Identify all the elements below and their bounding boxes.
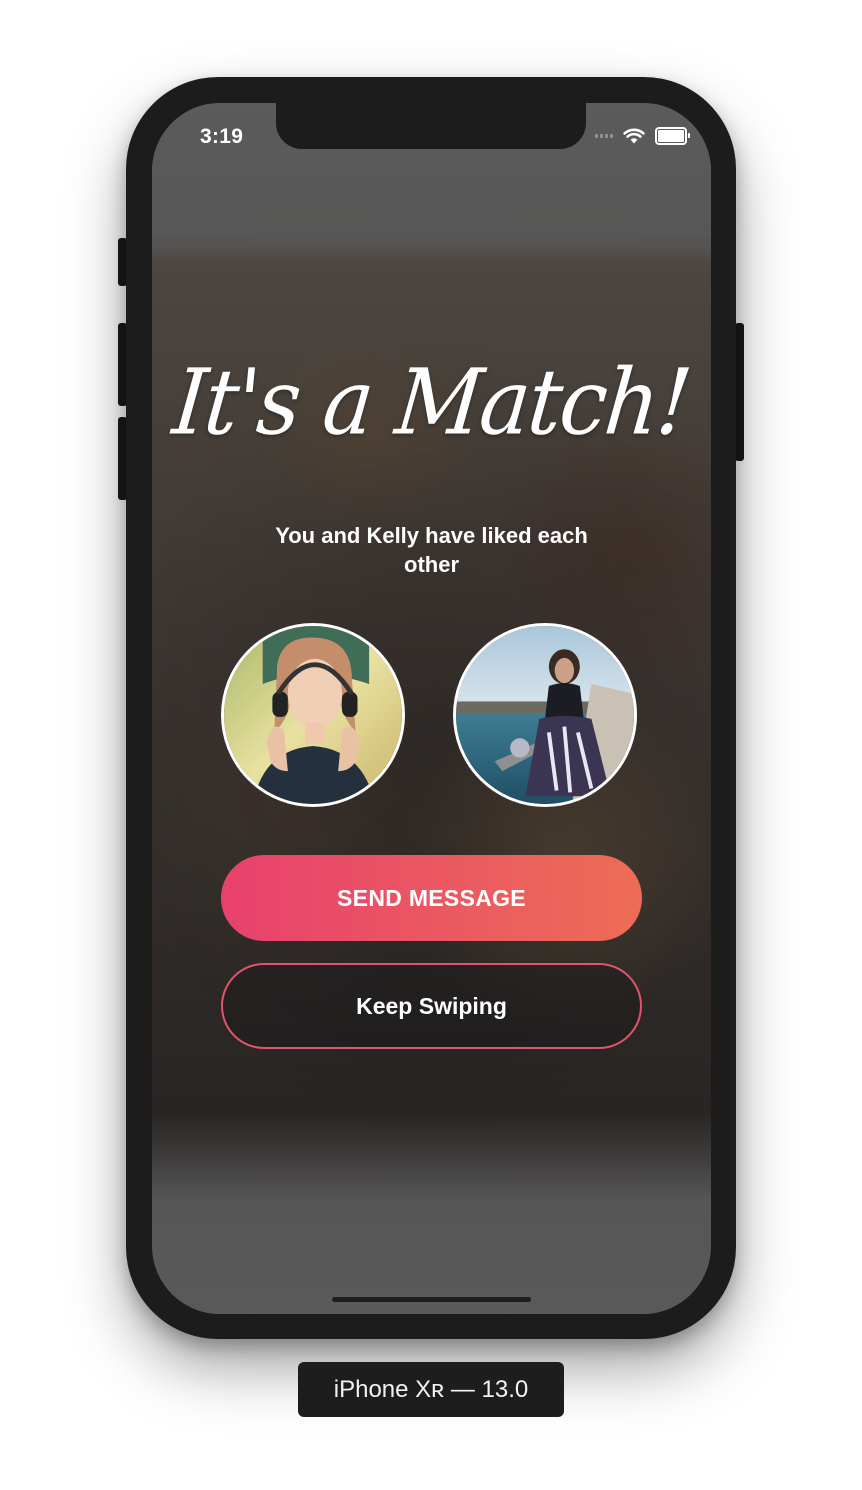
status-time: 3:19 (200, 125, 244, 148)
keep-swiping-button[interactable]: Keep Swiping (221, 963, 642, 1049)
power-button (735, 323, 744, 461)
match-title: It's a Match! (168, 349, 695, 455)
user-avatar-photo (224, 626, 402, 804)
status-icons (595, 127, 690, 145)
device-label: iPhone Xʀ — 13.0 (298, 1362, 564, 1417)
match-avatar-photo (456, 626, 634, 804)
match-subtitle: You and Kelly have liked each other (275, 523, 588, 577)
signal-icon (595, 134, 613, 138)
user-avatar (221, 623, 405, 807)
notch (276, 103, 586, 149)
simulator-stage: 3:19 It's a Match! You and Kelly have li… (0, 0, 862, 1490)
battery-icon (655, 127, 690, 145)
home-indicator[interactable] (332, 1297, 531, 1302)
phone-screen: 3:19 It's a Match! You and Kelly have li… (152, 103, 711, 1314)
send-message-button[interactable]: SEND MESSAGE (221, 855, 642, 941)
match-avatar (453, 623, 637, 807)
wifi-icon (623, 128, 645, 144)
